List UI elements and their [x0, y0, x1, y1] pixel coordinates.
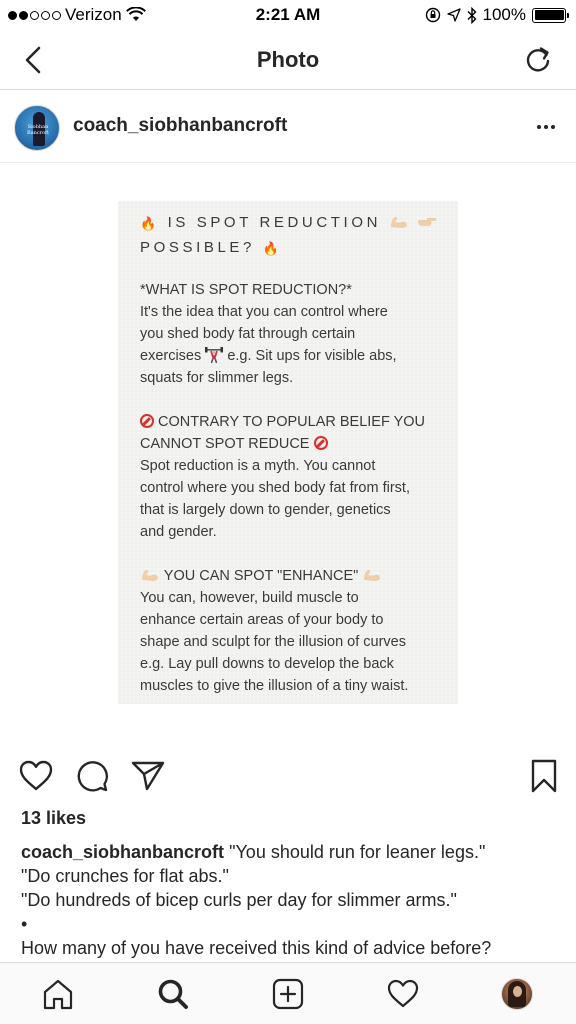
- heart-icon[interactable]: [18, 758, 54, 794]
- caption-text-1: "You should run for leaner legs.": [229, 842, 486, 862]
- section1-title: *WHAT IS SPOT REDUCTION?*: [140, 282, 352, 298]
- note-card: 🔥 IS SPOT REDUCTION POSSIBLE? 🔥 *WHAT IS…: [118, 201, 458, 704]
- section1-line3b: e.g. Sit ups for visible abs,: [227, 348, 397, 364]
- section1-line4: squats for slimmer legs.: [140, 370, 294, 386]
- avatar[interactable]: Siobhan Bancroft: [14, 105, 60, 151]
- section2-line1: Spot reduction is a myth. You cannot: [140, 458, 376, 474]
- profile-avatar-face: [513, 986, 522, 997]
- caption: coach_siobhanbancroft "You should run fo…: [21, 840, 561, 960]
- home-icon[interactable]: [41, 977, 75, 1011]
- profile-avatar[interactable]: [501, 978, 533, 1010]
- section3-title-text: YOU CAN SPOT "ENHANCE": [163, 568, 359, 584]
- section2-title2-text: CANNOT SPOT REDUCE: [140, 436, 310, 452]
- section2-title1-text: CONTRARY TO POPULAR BELIEF YOU: [158, 414, 426, 430]
- section2-title-line2: CANNOT SPOT REDUCE: [140, 433, 440, 455]
- status-bar: Verizon 2:21 AM 100%: [0, 0, 576, 30]
- caption-username[interactable]: coach_siobhanbancroft: [21, 842, 224, 862]
- bookmark-icon[interactable]: [526, 758, 562, 794]
- caption-line-2: "Do crunches for flat abs.": [21, 866, 229, 886]
- section3-title-line: YOU CAN SPOT "ENHANCE": [140, 565, 440, 587]
- post-header: Siobhan Bancroft coach_siobhanbancroft: [0, 91, 576, 163]
- caption-line-4: •: [21, 914, 28, 934]
- status-right: 100%: [425, 5, 569, 25]
- avatar-text: Siobhan Bancroft: [27, 124, 49, 136]
- section2-title-line1: CONTRARY TO POPULAR BELIEF YOU: [140, 411, 440, 433]
- battery-percent: 100%: [482, 5, 526, 24]
- section-contrary-belief: CONTRARY TO POPULAR BELIEF YOU CANNOT SP…: [140, 411, 440, 543]
- send-icon[interactable]: [130, 758, 166, 794]
- flexed-bicep-icon: [142, 570, 158, 581]
- post-actions: [0, 750, 576, 800]
- caption-line-5: How many of you have received this kind …: [21, 938, 492, 958]
- heading-line-2: POSSIBLE?: [140, 239, 255, 256]
- section2-line3: that is largely down to gender, genetics: [140, 502, 391, 518]
- section-spot-enhance: YOU CAN SPOT "ENHANCE" You can, however,…: [140, 565, 440, 697]
- search-icon[interactable]: [156, 977, 190, 1011]
- section-what-is-spot-reduction: *WHAT IS SPOT REDUCTION?* It's the idea …: [140, 279, 440, 389]
- tab-bar: [0, 962, 576, 1024]
- post-image[interactable]: 🔥 IS SPOT REDUCTION POSSIBLE? 🔥 *WHAT IS…: [0, 164, 576, 740]
- section1-line3: exercises e.g. Sit ups for visible abs,: [140, 345, 440, 367]
- no-entry-icon: [140, 414, 154, 428]
- fire-icon: 🔥: [262, 241, 283, 256]
- weightlifter-icon: [205, 347, 224, 364]
- nav-bar: Photo: [0, 30, 576, 90]
- more-options-icon[interactable]: [534, 115, 558, 139]
- section1-line3a: exercises: [140, 348, 202, 364]
- comment-icon[interactable]: [74, 758, 110, 794]
- activity-heart-icon[interactable]: [386, 977, 420, 1011]
- section1-line1: It's the idea that you can control where: [140, 304, 388, 320]
- page-title: Photo: [256, 47, 320, 72]
- heading-line-1: IS SPOT REDUCTION: [167, 214, 382, 231]
- flexed-bicep-icon: [364, 570, 381, 581]
- post-username[interactable]: coach_siobhanbancroft: [73, 115, 287, 137]
- caption-line-3: "Do hundreds of bicep curls per day for …: [21, 890, 457, 910]
- section3-line1: You can, however, build muscle to: [140, 590, 359, 606]
- section3-line5: muscles to give the illusion of a tiny w…: [140, 678, 409, 694]
- refresh-icon[interactable]: [522, 44, 554, 76]
- section2-line2: control where you shed body fat from fir…: [140, 480, 410, 496]
- section2-line4: and gender.: [140, 524, 217, 540]
- battery-icon: [532, 7, 569, 23]
- likes-count[interactable]: 13 likes: [21, 808, 86, 829]
- orientation-lock-icon: [425, 7, 440, 23]
- caption-line-1: coach_siobhanbancroft "You should run fo…: [21, 840, 561, 864]
- section3-line2: enhance certain areas of your body to: [140, 612, 384, 628]
- section3-line3: shape and sculpt for the illusion of cur…: [140, 634, 406, 650]
- bluetooth-icon: [467, 6, 477, 24]
- section3-line4: e.g. Lay pull downs to develop the back: [140, 656, 394, 672]
- add-post-icon[interactable]: [271, 977, 305, 1011]
- pointing-hand-icon: [417, 218, 436, 226]
- flexed-bicep-icon: [390, 217, 407, 228]
- section1-line2: you shed body fat through certain: [140, 326, 356, 342]
- location-icon: [446, 8, 461, 22]
- no-entry-icon: [313, 436, 328, 450]
- note-heading: 🔥 IS SPOT REDUCTION POSSIBLE? 🔥: [140, 211, 440, 261]
- fire-icon: 🔥: [140, 216, 160, 231]
